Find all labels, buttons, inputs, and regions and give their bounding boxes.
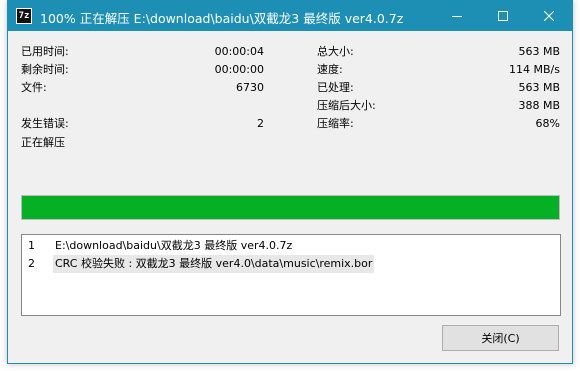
compression-ratio-value: 68% xyxy=(535,117,560,130)
title-bar[interactable]: 7z 100% 正在解压 E:\download\baidu\双截龙3 最终版 … xyxy=(8,1,572,31)
elapsed-time-value: 00:00:04 xyxy=(214,45,264,58)
log-row-text: CRC 校验失败 : 双截龙3 最终版 ver4.0\data\music\re… xyxy=(53,255,375,273)
log-row-text: E:\download\baidu\双截龙3 最终版 ver4.0.7z xyxy=(55,239,293,252)
minimize-icon xyxy=(452,16,462,17)
maximize-icon xyxy=(498,11,508,21)
close-window-button[interactable] xyxy=(526,1,572,31)
close-button[interactable]: 关闭(C) xyxy=(442,325,559,351)
maximize-button[interactable] xyxy=(480,1,526,31)
log-row[interactable]: 2 CRC 校验失败 : 双截龙3 最终版 ver4.0\data\music\… xyxy=(22,255,560,273)
window-title: 100% 正在解压 E:\download\baidu\双截龙3 最终版 ver… xyxy=(40,11,404,26)
status-text: 正在解压 xyxy=(21,136,65,149)
compressed-size-value: 388 MB xyxy=(518,99,560,112)
files-label: 文件: xyxy=(21,81,47,94)
total-size-label: 总大小: xyxy=(317,45,354,58)
speed-value: 114 MB/s xyxy=(509,63,560,76)
message-log[interactable]: 1 E:\download\baidu\双截龙3 最终版 ver4.0.7z 2… xyxy=(21,234,561,316)
compression-ratio-label: 压缩率: xyxy=(317,117,354,130)
processed-label: 已处理: xyxy=(317,81,354,94)
7zip-app-icon[interactable]: 7z xyxy=(16,8,32,24)
minimize-button[interactable] xyxy=(434,1,480,31)
log-row[interactable]: 1 E:\download\baidu\双截龙3 最终版 ver4.0.7z xyxy=(22,237,560,255)
remaining-time-label: 剩余时间: xyxy=(21,63,69,76)
close-icon xyxy=(544,11,554,21)
progress-fill xyxy=(22,196,559,219)
log-row-number: 2 xyxy=(28,257,35,270)
progress-bar xyxy=(21,195,560,220)
processed-value: 563 MB xyxy=(518,81,560,94)
remaining-time-value: 00:00:00 xyxy=(214,63,264,76)
errors-value: 2 xyxy=(257,117,264,130)
files-value: 6730 xyxy=(236,81,264,94)
errors-label: 发生错误: xyxy=(21,117,69,130)
speed-label: 速度: xyxy=(317,63,343,76)
compressed-size-label: 压缩后大小: xyxy=(317,99,376,112)
total-size-value: 563 MB xyxy=(518,45,560,58)
extract-progress-window: 7z 100% 正在解压 E:\download\baidu\双截龙3 最终版 … xyxy=(7,0,573,364)
elapsed-time-label: 已用时间: xyxy=(21,45,69,58)
log-row-number: 1 xyxy=(28,239,35,252)
